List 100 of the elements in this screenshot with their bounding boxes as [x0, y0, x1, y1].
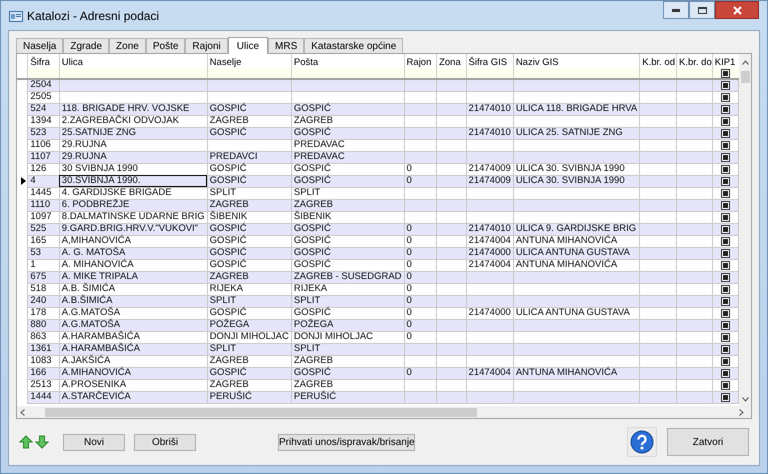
table-cell[interactable]: ANTUNA MIHANOVIĆA: [513, 235, 640, 247]
table-cell[interactable]: 0: [404, 271, 437, 283]
table-cell[interactable]: 2.ZAGREBAČKI ODVOJAK: [59, 115, 208, 127]
table-cell[interactable]: [404, 211, 437, 223]
table-cell[interactable]: [676, 247, 712, 259]
table-cell[interactable]: 6. PODBREŽJE: [59, 199, 208, 211]
table-cell[interactable]: A,MIHANOVIĆA: [59, 235, 208, 247]
table-cell[interactable]: ZAGREB: [291, 199, 404, 211]
table-cell[interactable]: [676, 151, 712, 163]
table-cell[interactable]: [676, 127, 712, 139]
table-cell[interactable]: [436, 139, 466, 151]
table-cell[interactable]: 524: [28, 103, 60, 115]
tab[interactable]: Zgrade: [63, 38, 110, 53]
table-cell[interactable]: 1107: [28, 151, 60, 163]
table-cell[interactable]: 863: [28, 331, 60, 343]
table-cell[interactable]: A.HARAMBAŠIĆA: [59, 331, 208, 343]
table-cell[interactable]: GOSPIĆ: [207, 247, 292, 259]
table-cell[interactable]: DONJI MIHOLJAC: [207, 331, 292, 343]
table-cell[interactable]: [291, 91, 404, 103]
checkbox[interactable]: [720, 140, 730, 150]
checkbox[interactable]: [720, 392, 730, 402]
table-cell[interactable]: SPLIT: [207, 187, 292, 199]
table-cell[interactable]: PERUŠIĆ: [291, 391, 404, 403]
table-cell[interactable]: [513, 271, 640, 283]
table-cell[interactable]: 29.RUJNA: [59, 139, 208, 151]
table-cell[interactable]: [640, 115, 676, 127]
table-cell[interactable]: [640, 283, 676, 295]
table-cell[interactable]: PREDAVCI: [207, 151, 292, 163]
table-cell[interactable]: [436, 127, 466, 139]
table-cell[interactable]: GOSPIĆ: [291, 223, 404, 235]
table-cell[interactable]: 518: [28, 283, 60, 295]
table-cell[interactable]: SPLIT: [291, 295, 404, 307]
table-cell[interactable]: GOSPIĆ: [207, 127, 292, 139]
table-cell[interactable]: ŠIBENIK: [291, 211, 404, 223]
table-cell[interactable]: [207, 79, 292, 91]
checkbox[interactable]: [720, 320, 730, 330]
table-cell[interactable]: 21474000: [466, 307, 514, 319]
table-cell[interactable]: [466, 379, 514, 391]
maximize-button[interactable]: [689, 1, 715, 19]
table-cell[interactable]: 0: [404, 163, 437, 175]
table-cell[interactable]: [436, 355, 466, 367]
table-cell[interactable]: 29.RUJNA: [59, 151, 208, 163]
table-cell[interactable]: [436, 115, 466, 127]
table-cell[interactable]: [676, 331, 712, 343]
table-cell[interactable]: [404, 103, 437, 115]
table-cell[interactable]: DONJI MIHOLJAC: [291, 331, 404, 343]
table-cell[interactable]: [640, 259, 676, 271]
table-cell[interactable]: PERUŠIĆ: [207, 391, 292, 403]
table-cell[interactable]: 0: [404, 259, 437, 271]
table-cell[interactable]: [404, 151, 437, 163]
filter-field[interactable]: [28, 68, 60, 79]
table-cell[interactable]: A.G.MATOŠA: [59, 319, 208, 331]
table-cell[interactable]: [676, 163, 712, 175]
checkbox[interactable]: [720, 152, 730, 162]
table-cell[interactable]: [513, 187, 640, 199]
close-button[interactable]: [715, 1, 759, 19]
table-cell[interactable]: ZAGREB: [207, 199, 292, 211]
checkbox[interactable]: [720, 92, 730, 102]
table-cell[interactable]: [640, 163, 676, 175]
table-cell[interactable]: [404, 139, 437, 151]
table-cell[interactable]: [640, 187, 676, 199]
table-cell[interactable]: 0: [404, 235, 437, 247]
checkbox[interactable]: [721, 68, 730, 78]
table-cell[interactable]: [436, 211, 466, 223]
table-cell[interactable]: [513, 295, 640, 307]
checkbox[interactable]: [720, 284, 730, 294]
table-cell[interactable]: 0: [404, 175, 437, 187]
table-cell[interactable]: RIJEKA: [207, 283, 292, 295]
tab[interactable]: Ulice: [228, 37, 268, 54]
table-cell[interactable]: [640, 127, 676, 139]
checkbox[interactable]: [720, 344, 730, 354]
table-cell[interactable]: 30 SVIBNJA 1990: [59, 163, 208, 175]
table-cell[interactable]: 9.GARD.BRIG.HRV.V."VUKOVI": [59, 223, 208, 235]
table-cell[interactable]: 1394: [28, 115, 60, 127]
table-cell[interactable]: A. MIHANOVIĆA: [59, 259, 208, 271]
table-cell[interactable]: 2504: [28, 79, 60, 91]
table-cell[interactable]: 525: [28, 223, 60, 235]
table-cell[interactable]: 0: [404, 223, 437, 235]
column-header[interactable]: K.br. do: [679, 57, 712, 68]
table-cell[interactable]: GOSPIĆ: [291, 367, 404, 379]
table-cell[interactable]: [436, 163, 466, 175]
table-cell[interactable]: GOSPIĆ: [207, 367, 292, 379]
column-header[interactable]: Naziv GIS: [516, 57, 559, 68]
checkbox[interactable]: [720, 164, 730, 174]
checkbox[interactable]: [720, 332, 730, 342]
table-cell[interactable]: [436, 343, 466, 355]
table-cell[interactable]: [513, 319, 640, 331]
filter-field[interactable]: [513, 68, 640, 79]
table-cell[interactable]: GOSPIĆ: [291, 103, 404, 115]
table-cell[interactable]: [466, 283, 514, 295]
table-cell[interactable]: [466, 139, 514, 151]
table-cell[interactable]: 8.DALMATINSKE UDARNE BRIG: [59, 211, 208, 223]
table-cell[interactable]: [404, 199, 437, 211]
table-cell[interactable]: [513, 139, 640, 151]
table-cell[interactable]: [640, 103, 676, 115]
scroll-thumb[interactable]: [45, 408, 477, 416]
table-cell[interactable]: [513, 79, 640, 91]
checkbox[interactable]: [720, 224, 730, 234]
table-cell[interactable]: [676, 91, 712, 103]
table-cell[interactable]: [466, 151, 514, 163]
